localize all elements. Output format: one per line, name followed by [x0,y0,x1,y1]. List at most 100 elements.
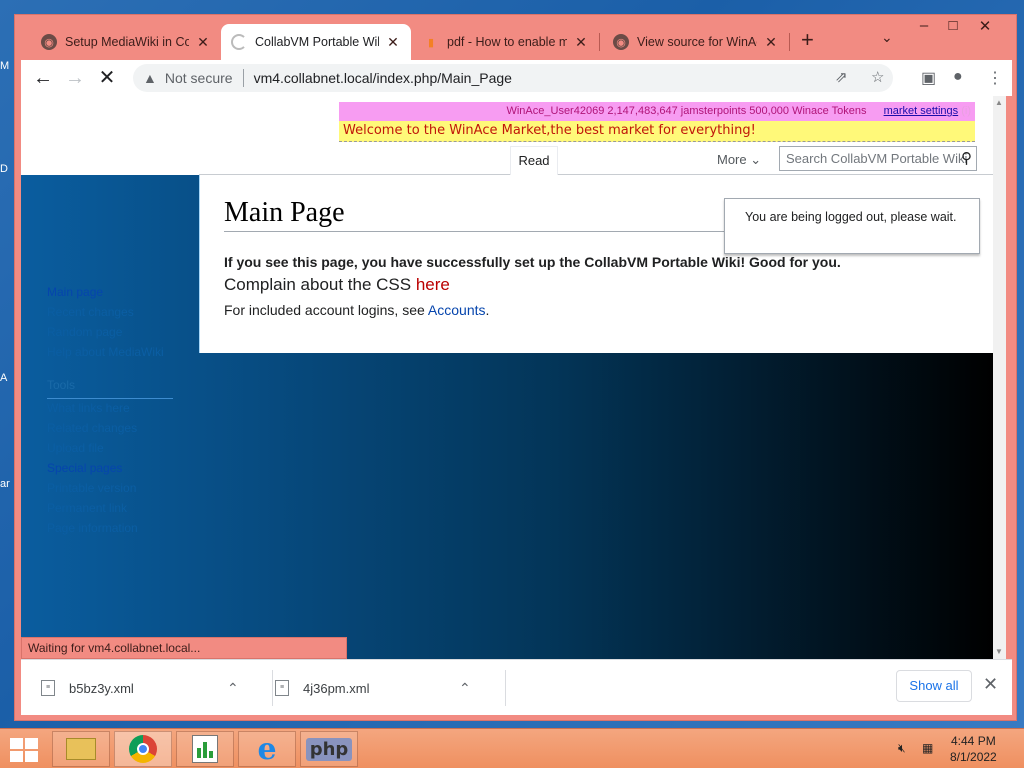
wiki-tabs: Read More ⌄ Search CollabVM Portable Wik… [199,146,993,175]
close-downloads-icon[interactable]: ✕ [983,674,998,695]
downloads-shelf: ≡ b5bz3y.xml ⌃ ≡ 4j36pm.xml ⌃ Show all ✕ [21,659,1012,715]
clock-date: 8/1/2022 [950,750,997,764]
market-username: WinAce_User42069 [506,105,605,117]
page-viewport: WinAce_User42069 2,147,483,647 jamsterpo… [21,96,993,659]
tab-search-chevron-icon[interactable]: ⌄ [881,29,893,46]
download-item[interactable]: ≡ b5bz3y.xml ⌃ [41,660,251,716]
chevron-down-icon: ⌄ [750,152,762,167]
intro-text: If you see this page, you have successfu… [224,254,841,270]
market-settings-link[interactable]: market settings [884,105,959,117]
address-bar[interactable]: ▲ Not secure vm4.collabnet.local/index.p… [133,64,893,92]
file-icon: ≡ [275,680,289,696]
tab-title: pdf - How to enable ml [447,35,567,49]
close-tab-icon[interactable]: ✕ [195,34,211,51]
chevron-up-icon[interactable]: ⌃ [227,680,239,697]
loading-spinner-icon [231,34,247,50]
complain-text: Complain about the CSS [224,275,416,294]
market-welcome-text: Welcome to the WinAce Market,the best ma… [339,121,975,142]
sidebar-tools-header: Tools [47,378,173,399]
sidebar-link-recent-changes[interactable]: Recent changes [47,305,134,319]
minimize-button[interactable]: – [909,17,939,34]
wiki-sidebar: Main page Recent changes Random page Hel… [21,175,199,659]
accounts-text: For included account logins, see [224,302,428,318]
tab-pdf-enable[interactable]: ▮ pdf - How to enable ml ✕ [413,24,599,60]
download-filename: b5bz3y.xml [69,680,134,696]
close-tab-icon[interactable]: ✕ [573,34,589,51]
tab-view-source[interactable]: ◉ View source for WinAce ✕ [603,24,789,60]
complain-here-link[interactable]: here [416,275,450,294]
scroll-down-icon[interactable]: ▼ [995,647,1003,656]
clock-time: 4:44 PM [951,734,996,748]
file-icon: ≡ [41,680,55,696]
desktop-icon-label: A [0,372,8,384]
side-panel-icon[interactable]: ▣ [921,68,936,88]
sidebar-link-permanent-link[interactable]: Permanent link [47,501,127,515]
warning-icon[interactable]: ▲ [143,70,157,86]
url-text[interactable]: vm4.collabnet.local/index.php/Main_Page [254,70,512,86]
new-tab-button[interactable]: + [801,27,814,53]
tab-collabvm-wiki[interactable]: CollabVM Portable Wiki ✕ [221,24,411,60]
loading-status-bar: Waiting for vm4.collabnet.local... [21,637,347,659]
sidebar-link-page-information[interactable]: Page information [47,521,138,535]
download-filename: 4j36pm.xml [303,680,370,696]
stackoverflow-icon: ▮ [427,36,435,49]
chrome-icon[interactable] [114,731,172,767]
tab-title: CollabVM Portable Wiki [255,35,379,49]
browser-window: ◉ Setup MediaWiki in Coll ✕ CollabVM Por… [14,14,1017,721]
sidebar-link-help[interactable]: Help about MediaWiki [47,345,164,359]
tab-setup-mediawiki[interactable]: ◉ Setup MediaWiki in Coll ✕ [31,24,221,60]
sidebar-link-main-page[interactable]: Main page [47,285,103,299]
share-icon[interactable]: ⇗ [835,68,848,86]
sidebar-link-related-changes[interactable]: Related changes [47,421,137,435]
back-arrow-icon[interactable]: ← [30,65,56,91]
browser-toolbar: ← → ✕ ▲ Not secure vm4.collabnet.local/i… [21,60,1012,96]
accounts-link[interactable]: Accounts [428,302,486,318]
menu-kebab-icon[interactable]: ⋮ [987,68,1003,88]
complain-line: Complain about the CSS here [224,275,450,295]
desktop-icon-label: M [0,60,10,72]
internet-explorer-icon[interactable]: e [238,731,296,767]
windows-start-icon[interactable] [8,737,40,763]
market-stats-bar: WinAce_User42069 2,147,483,647 jamsterpo… [339,102,975,121]
close-window-button[interactable]: ✕ [970,17,1000,35]
stop-loading-icon[interactable]: ✕ [94,65,120,91]
logout-notification[interactable]: You are being logged out, please wait. [724,198,980,254]
chevron-up-icon[interactable]: ⌃ [459,680,471,697]
market-banner: WinAce_User42069 2,147,483,647 jamsterpo… [339,102,975,146]
notepad-chart-icon[interactable] [176,731,234,767]
sidebar-link-printable-version[interactable]: Printable version [47,481,136,495]
maximize-button[interactable]: □ [938,17,968,34]
more-menu-label: More [717,152,747,167]
sidebar-link-random-page[interactable]: Random page [47,325,122,339]
close-tab-icon[interactable]: ✕ [385,34,401,51]
tab-title: View source for WinAce [637,35,757,49]
profile-avatar-icon[interactable]: ● [953,68,963,86]
show-all-downloads-button[interactable]: Show all [896,670,972,702]
sidebar-link-upload-file[interactable]: Upload file [47,441,104,455]
system-clock[interactable]: 4:44 PM 8/1/2022 [950,733,997,765]
desktop-icon-label: ar [0,478,10,490]
sidebar-link-special-pages[interactable]: Special pages [47,461,122,475]
search-icon[interactable]: ⚲ [961,147,972,170]
page-scrollbar[interactable]: ▲ ▼ [993,96,1006,659]
globe-icon: ◉ [41,34,57,50]
market-settings-info: (i) [961,105,971,117]
php-icon[interactable]: php [300,731,358,767]
bookmark-star-icon[interactable]: ☆ [871,68,884,86]
wiki-search-input[interactable]: Search CollabVM Portable Wiki ⚲ [779,146,977,171]
tab-read[interactable]: Read [510,146,558,175]
tab-title: Setup MediaWiki in Coll [65,35,189,49]
close-tab-icon[interactable]: ✕ [763,34,779,51]
forward-arrow-icon[interactable]: → [62,65,88,91]
file-explorer-icon[interactable] [52,731,110,767]
scroll-up-icon[interactable]: ▲ [995,98,1003,107]
search-placeholder: Search CollabVM Portable Wiki [786,151,968,166]
page-title: Main Page [224,197,784,232]
download-item[interactable]: ≡ 4j36pm.xml ⌃ [275,660,485,716]
accounts-line: For included account logins, see Account… [224,302,489,318]
sidebar-link-what-links-here[interactable]: What links here [47,401,130,415]
network-icon[interactable]: ▦ [922,741,933,755]
security-label[interactable]: Not secure [165,70,233,86]
more-menu[interactable]: More ⌄ [717,152,761,168]
volume-muted-icon[interactable]: 🔇︎ [898,741,906,756]
